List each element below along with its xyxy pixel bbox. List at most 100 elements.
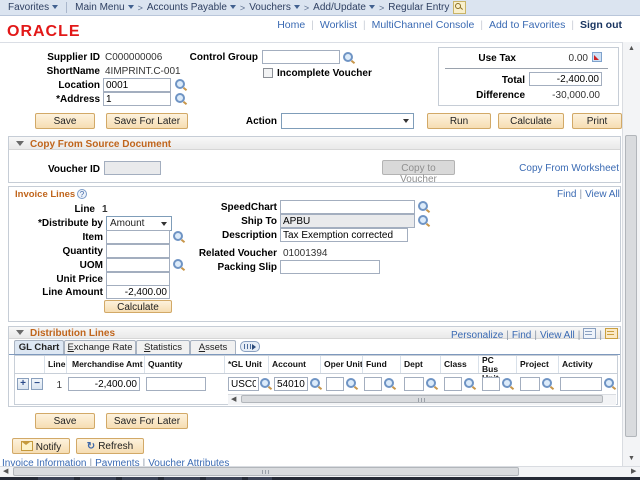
use-tax-transfer-icon[interactable] [592, 52, 602, 62]
location-lookup-icon[interactable] [175, 79, 187, 91]
uom-lookup-icon[interactable] [173, 259, 185, 271]
add-to-favorites-link[interactable]: Add to Favorites [489, 19, 565, 31]
grid-scroll-left-icon[interactable]: ◀ [231, 396, 236, 403]
tab-assets[interactable]: Assets [190, 340, 236, 355]
save-for-later-button-bottom[interactable]: Save For Later [106, 413, 188, 429]
collapse-triangle-icon[interactable] [16, 141, 24, 146]
address-input[interactable] [103, 92, 171, 106]
row-quantity-input[interactable] [146, 377, 206, 391]
location-input[interactable] [103, 78, 171, 92]
horizontal-scrollbar-thumb[interactable] [13, 467, 519, 476]
packing-slip-input[interactable] [280, 260, 380, 274]
item-input[interactable] [106, 230, 170, 244]
delete-row-button[interactable]: − [31, 378, 43, 390]
collapse-triangle-icon[interactable] [16, 330, 24, 335]
pc-bus-unit-input[interactable] [482, 377, 500, 391]
save-for-later-button[interactable]: Save For Later [106, 113, 188, 129]
copy-from-worksheet-link[interactable]: Copy From Worksheet [519, 163, 619, 174]
vertical-scrollbar-thumb[interactable] [625, 135, 637, 437]
personalize-link[interactable]: Personalize [451, 330, 503, 341]
favorites-menu[interactable]: Favorites [8, 2, 58, 13]
calculate-line-button[interactable]: Calculate [104, 300, 172, 313]
print-button[interactable]: Print [572, 113, 622, 129]
breadcrumb-accounts-payable[interactable]: Accounts Payable [147, 2, 236, 13]
distribution-view-all-link[interactable]: View All [540, 330, 575, 341]
ship-to-lookup-icon[interactable] [418, 215, 430, 227]
control-group-input[interactable] [262, 50, 340, 64]
speedchart-lookup-icon[interactable] [418, 201, 430, 213]
download-grid-icon[interactable] [583, 328, 596, 339]
speedchart-input[interactable] [280, 200, 415, 214]
help-icon[interactable]: ? [77, 189, 87, 199]
dept-input[interactable] [404, 377, 424, 391]
main-menu[interactable]: Main Menu [75, 2, 133, 13]
item-lookup-icon[interactable] [173, 231, 185, 243]
total-input[interactable] [529, 72, 602, 86]
oper-unit-lookup-icon[interactable] [346, 378, 358, 390]
favorites-label: Favorites [8, 2, 49, 13]
show-all-columns-icon[interactable] [240, 341, 260, 352]
account-input[interactable] [274, 377, 308, 391]
speedchart-label: SpeedChart [197, 202, 277, 213]
activity-input[interactable] [560, 377, 602, 391]
breadcrumb-regular-entry[interactable]: Regular Entry [388, 2, 449, 13]
project-lookup-icon[interactable] [542, 378, 554, 390]
home-link[interactable]: Home [277, 19, 305, 31]
divider: | [311, 20, 314, 31]
fund-lookup-icon[interactable] [384, 378, 396, 390]
action-select[interactable] [281, 113, 414, 129]
gl-unit-lookup-icon[interactable] [260, 378, 272, 390]
difference-label: Difference [440, 90, 525, 101]
line-number: 1 [102, 204, 108, 215]
save-button-bottom[interactable]: Save [35, 413, 95, 429]
ship-to-input[interactable] [280, 214, 415, 228]
address-lookup-icon[interactable] [175, 93, 187, 105]
scroll-left-icon[interactable]: ◀ [3, 468, 8, 475]
quantity-input[interactable] [106, 244, 170, 258]
invoice-view-all-link[interactable]: View All [585, 189, 620, 200]
breadcrumb-add-update[interactable]: Add/Update [313, 2, 375, 13]
distribution-find-link[interactable]: Find [512, 330, 531, 341]
tab-gl-chart[interactable]: GL Chart [14, 340, 64, 355]
action-label: Action [244, 116, 277, 127]
divider [478, 356, 479, 373]
add-row-button[interactable]: + [17, 378, 29, 390]
calculate-button[interactable]: Calculate [498, 113, 564, 129]
gl-unit-input[interactable] [228, 377, 259, 391]
breadcrumb-vouchers[interactable]: Vouchers [249, 2, 300, 13]
search-icon[interactable] [453, 1, 466, 14]
distribute-by-select[interactable]: Amount [106, 216, 172, 231]
class-input[interactable] [444, 377, 462, 391]
merchandise-amt-input[interactable] [68, 377, 140, 391]
grid-scrollbar-thumb[interactable] [241, 395, 603, 403]
activity-lookup-icon[interactable] [604, 378, 616, 390]
scroll-right-icon[interactable]: ▶ [631, 468, 636, 475]
project-input[interactable] [520, 377, 540, 391]
invoice-find-link[interactable]: Find [557, 189, 576, 200]
uom-input[interactable] [106, 258, 170, 272]
save-button[interactable]: Save [35, 113, 95, 129]
worklist-link[interactable]: Worklist [320, 19, 357, 31]
sign-out-link[interactable]: Sign out [580, 19, 622, 31]
pc-bus-unit-lookup-icon[interactable] [502, 378, 514, 390]
unit-price-input[interactable] [106, 272, 170, 286]
tab-statistics[interactable]: Statistics [136, 340, 190, 355]
class-lookup-icon[interactable] [464, 378, 476, 390]
multichannel-console-link[interactable]: MultiChannel Console [372, 19, 475, 31]
scroll-down-icon[interactable]: ▼ [628, 455, 635, 462]
refresh-button[interactable]: ↻Refresh [76, 438, 144, 454]
fund-input[interactable] [364, 377, 382, 391]
zoom-grid-icon[interactable] [605, 328, 618, 339]
notify-button[interactable]: Notify [12, 438, 70, 454]
incomplete-voucher-checkbox[interactable] [263, 68, 273, 78]
scroll-up-icon[interactable]: ▲ [628, 45, 635, 52]
tab-exchange-rate[interactable]: Exchange Rate [64, 340, 136, 355]
oper-unit-input[interactable] [326, 377, 344, 391]
run-button[interactable]: Run [427, 113, 491, 129]
control-group-lookup-icon[interactable] [343, 52, 355, 64]
voucher-regular-entry-page: Favorites Main Menu > Accounts Payable >… [0, 0, 640, 480]
dept-lookup-icon[interactable] [426, 378, 438, 390]
line-amount-input[interactable] [106, 285, 170, 299]
description-input[interactable] [280, 228, 408, 242]
account-lookup-icon[interactable] [310, 378, 322, 390]
